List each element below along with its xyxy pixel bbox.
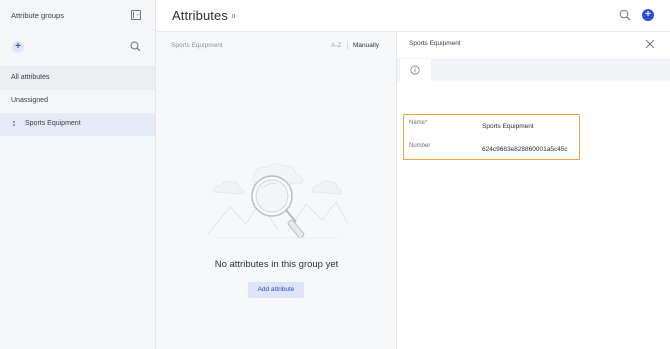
name-label-text: Name	[409, 120, 426, 126]
sidebar-item-label: All attributes	[11, 74, 50, 81]
selected-group-name: Sports Equipment	[171, 42, 223, 49]
name-field[interactable]: Sports Equipment	[482, 123, 534, 130]
detail-panel-title: Sports Equipment	[409, 40, 461, 47]
add-group-button[interactable]: +	[12, 41, 24, 53]
info-icon	[410, 65, 420, 75]
attributes-list-panel: Sports Equipment A-Z Manually No attribu…	[156, 32, 397, 349]
close-icon[interactable]	[645, 39, 655, 49]
sidebar-title: Attribute groups	[11, 11, 64, 20]
plus-icon: +	[645, 9, 651, 20]
detail-tab-strip	[397, 58, 670, 81]
plus-icon: +	[15, 41, 21, 52]
empty-state-illustration	[208, 163, 348, 239]
tab-info[interactable]	[400, 59, 431, 81]
search-icon[interactable]	[619, 9, 631, 21]
number-field: 624c9683e828860001a5c45c	[482, 146, 568, 153]
name-field-label: Name*	[409, 120, 427, 126]
add-attribute-inline-button[interactable]: Add attribute	[248, 282, 304, 298]
sort-az-option[interactable]: A-Z	[331, 42, 341, 49]
required-marker: *	[425, 120, 428, 126]
attribute-groups-sidebar: Attribute groups ← + All attributes Unas…	[0, 0, 156, 349]
sidebar-item-all-attributes[interactable]: All attributes	[0, 67, 155, 90]
sidebar-item-label: Sports Equipment	[25, 120, 81, 127]
group-details-form: Name* Sports Equipment Number 624c9683e8…	[403, 114, 580, 160]
sidebar-item-label: Unassigned	[11, 97, 48, 104]
sidebar-item-unassigned[interactable]: Unassigned	[0, 90, 155, 113]
attribute-count-badge: 0	[232, 14, 236, 20]
sort-manually-option[interactable]: Manually	[353, 42, 379, 49]
search-icon[interactable]	[130, 41, 141, 52]
sidebar-item-sports-equipment[interactable]: Sports Equipment	[0, 113, 155, 136]
number-field-label: Number	[409, 143, 431, 149]
collapse-sidebar-icon[interactable]: ←	[131, 10, 142, 20]
page-title: Attributes	[172, 8, 228, 23]
sort-divider	[347, 41, 348, 50]
empty-state-title: No attributes in this group yet	[214, 259, 339, 270]
drag-handle-icon[interactable]	[13, 121, 16, 129]
add-attribute-button[interactable]: +	[642, 9, 654, 21]
